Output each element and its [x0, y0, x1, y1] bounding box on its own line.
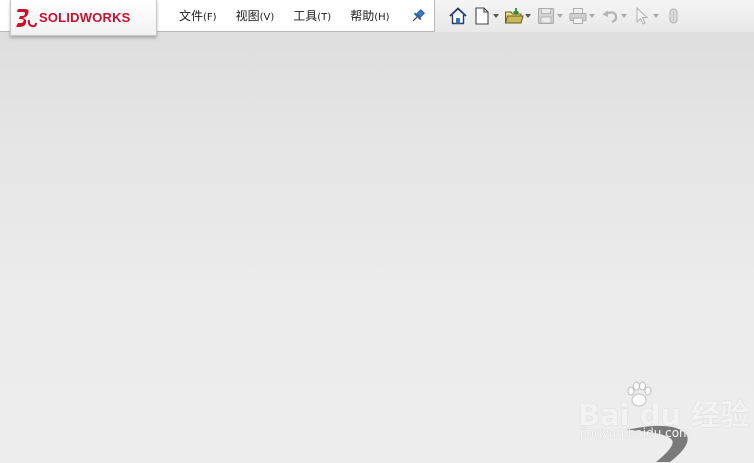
- new-document-icon: [475, 7, 489, 25]
- undo-icon: [602, 10, 618, 24]
- menu-tools[interactable]: 工具(T): [290, 5, 334, 26]
- select-dropdown[interactable]: [652, 6, 660, 26]
- menu-view-accel: (V): [259, 12, 275, 23]
- rebuild-button[interactable]: [664, 4, 684, 28]
- menu-help[interactable]: 帮助(H): [347, 5, 392, 26]
- ds-logo-icon: [16, 8, 37, 27]
- home-button[interactable]: [448, 4, 468, 28]
- menu-help-accel: (H): [374, 12, 390, 23]
- watermark-url: jingyan.baidu.com: [580, 426, 691, 440]
- rebuild-icon: [669, 8, 678, 24]
- save-icon: [538, 8, 554, 24]
- baidu-watermark: Bai du 经验 jingyan.baidu.com: [578, 380, 754, 463]
- menu-tools-accel: (T): [317, 12, 332, 23]
- pushpin-icon[interactable]: [410, 8, 426, 24]
- select-button[interactable]: [632, 4, 660, 28]
- menu-help-label: 帮助: [350, 9, 375, 23]
- print-icon: [569, 8, 587, 24]
- menu-view-label: 视图: [235, 9, 260, 23]
- menu-file[interactable]: 文件(F): [176, 5, 220, 26]
- new-document-dropdown[interactable]: [492, 6, 500, 26]
- chevron-down-icon: [557, 14, 563, 18]
- menu-view[interactable]: 视图(V): [233, 5, 278, 26]
- undo-button[interactable]: [600, 4, 628, 28]
- menu-file-label: 文件: [179, 9, 204, 23]
- save-button[interactable]: [536, 4, 564, 28]
- open-folder-icon: [504, 8, 524, 24]
- chevron-down-icon: [589, 14, 595, 18]
- save-dropdown[interactable]: [556, 6, 564, 26]
- chevron-down-icon: [525, 14, 531, 18]
- chevron-down-icon: [653, 14, 659, 18]
- menu-tools-label: 工具: [293, 9, 318, 23]
- open-button[interactable]: [504, 4, 532, 28]
- toolbar: [448, 4, 688, 28]
- open-dropdown[interactable]: [524, 6, 532, 26]
- home-icon: [449, 7, 467, 25]
- chevron-down-icon: [621, 14, 627, 18]
- print-dropdown[interactable]: [588, 6, 596, 26]
- top-bar: SOLIDWORKS 文件(F) 视图(V) 工具(T) 帮助(H): [0, 0, 754, 36]
- print-button[interactable]: [568, 4, 596, 28]
- solidworks-logo[interactable]: SOLIDWORKS: [10, 0, 157, 36]
- chevron-down-icon: [493, 14, 499, 18]
- logo-text: SOLIDWORKS: [39, 10, 131, 25]
- menu-bar: 文件(F) 视图(V) 工具(T) 帮助(H): [176, 0, 406, 31]
- select-cursor-icon: [636, 6, 649, 25]
- new-document-button[interactable]: [472, 4, 500, 28]
- undo-dropdown[interactable]: [620, 6, 628, 26]
- menu-file-accel: (F): [203, 12, 217, 23]
